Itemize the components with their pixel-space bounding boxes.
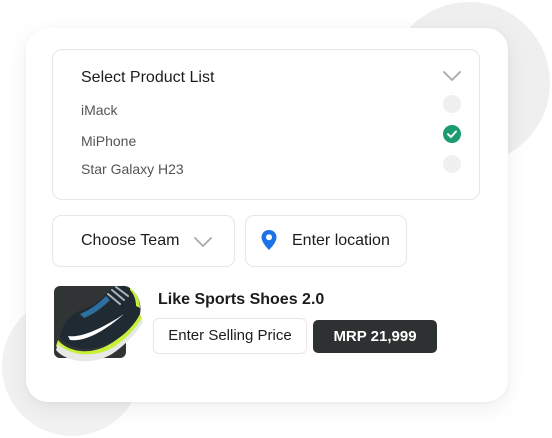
product-name: Like Sports Shoes 2.0 xyxy=(158,291,325,308)
selling-price-input[interactable]: Enter Selling Price xyxy=(153,318,307,354)
choose-team-label: Choose Team xyxy=(81,232,180,249)
product-option-radio-checked[interactable] xyxy=(443,125,461,143)
map-pin-icon xyxy=(260,229,278,251)
stage: Select Product List iMack MiPhone Star G… xyxy=(0,0,552,438)
location-input[interactable]: Enter location xyxy=(245,215,407,267)
sports-shoe-image xyxy=(54,285,143,362)
check-icon xyxy=(447,130,457,138)
product-list-title: Select Product List xyxy=(81,69,215,86)
mrp-badge: MRP 21,999 xyxy=(313,320,437,353)
chevron-down-icon[interactable] xyxy=(441,68,463,84)
product-list-dropdown[interactable]: Select Product List iMack MiPhone Star G… xyxy=(52,49,480,200)
location-label: Enter location xyxy=(292,232,390,249)
chevron-down-icon xyxy=(193,235,213,249)
product-option-label[interactable]: Star Galaxy H23 xyxy=(81,161,184,177)
product-option-radio[interactable] xyxy=(443,155,461,173)
product-option-label[interactable]: MiPhone xyxy=(81,133,136,149)
product-option-label[interactable]: iMack xyxy=(81,102,118,118)
product-option-radio[interactable] xyxy=(443,95,461,113)
choose-team-dropdown[interactable]: Choose Team xyxy=(52,215,235,267)
